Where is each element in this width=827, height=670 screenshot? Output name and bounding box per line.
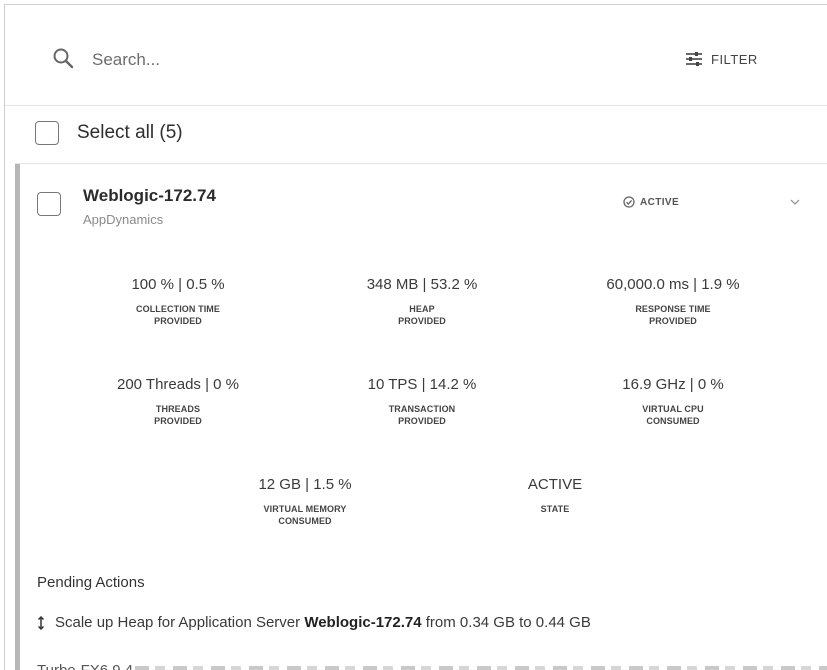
metric-value: 200 Threads | 0 % — [116, 376, 240, 393]
metric-virtual-cpu: 16.9 GHz | 0 % VIRTUAL CPU CONSUMED — [553, 376, 793, 427]
entity-list-panel: FILTER Select all (5) Weblogic-172.74 Ap… — [4, 4, 827, 670]
action-text: Scale up Heap for Application Server Web… — [55, 614, 591, 631]
metric-value: 100 % | 0.5 % — [131, 276, 225, 293]
metric-value: 60,000.0 ms | 1.9 % — [606, 276, 740, 293]
metric-transaction: 10 TPS | 14.2 % TRANSACTION PROVIDED — [302, 376, 542, 427]
status-badge: ACTIVE — [623, 196, 679, 208]
pending-action-item[interactable]: Scale up Heap for Application Server Web… — [37, 614, 591, 631]
metric-collection-time: 100 % | 0.5 % COLLECTION TIME PROVIDED — [58, 276, 298, 327]
metric-virtual-memory: 12 GB | 1.5 % VIRTUAL MEMORY CONSUMED — [185, 476, 425, 527]
next-entity-name: Turbo-FX6.9.4 — [37, 662, 133, 670]
truncated-row-content — [135, 666, 827, 670]
entity-checkbox[interactable] — [37, 192, 61, 216]
metric-label: RESPONSE TIME PROVIDED — [635, 304, 711, 326]
status-text: ACTIVE — [640, 196, 680, 208]
entity-card: Weblogic-172.74 AppDynamics ACTIVE 100 %… — [15, 163, 827, 670]
metric-label: THREADS PROVIDED — [154, 404, 202, 426]
card-accent-bar — [15, 164, 20, 670]
vertical-resize-icon — [37, 615, 45, 630]
metric-state: ACTIVE STATE — [435, 476, 675, 515]
metric-value: 16.9 GHz | 0 % — [622, 376, 724, 393]
search-bar: FILTER — [5, 5, 827, 106]
metric-label: VIRTUAL MEMORY CONSUMED — [263, 504, 347, 526]
filter-label: FILTER — [711, 51, 758, 67]
chevron-down-icon[interactable] — [788, 196, 802, 208]
entity-name: Weblogic-172.74 — [83, 186, 216, 205]
metric-label: TRANSACTION PROVIDED — [388, 404, 456, 426]
pending-actions-title: Pending Actions — [37, 574, 145, 591]
select-all-row[interactable]: Select all (5) — [35, 113, 183, 153]
metric-label: STATE — [540, 504, 570, 514]
filter-sliders-icon — [686, 52, 702, 66]
metric-heap: 348 MB | 53.2 % HEAP PROVIDED — [302, 276, 542, 327]
search-icon — [53, 48, 74, 69]
entity-source: AppDynamics — [83, 212, 164, 227]
metric-value: 348 MB | 53.2 % — [366, 276, 478, 293]
next-entity-row[interactable]: Turbo-FX6.9.4 — [15, 657, 827, 670]
metric-response-time: 60,000.0 ms | 1.9 % RESPONSE TIME PROVIDE… — [553, 276, 793, 327]
metric-label: COLLECTION TIME PROVIDED — [136, 304, 220, 326]
metric-label: VIRTUAL CPU CONSUMED — [642, 404, 704, 426]
metric-value: ACTIVE — [527, 476, 583, 493]
search-input[interactable] — [90, 45, 544, 75]
metric-value: 10 TPS | 14.2 % — [367, 376, 477, 393]
metric-label: HEAP PROVIDED — [398, 304, 446, 326]
action-target: Weblogic-172.74 — [304, 614, 422, 631]
metric-threads: 200 Threads | 0 % THREADS PROVIDED — [58, 376, 298, 427]
select-all-label: Select all (5) — [77, 122, 183, 143]
metric-value: 12 GB | 1.5 % — [258, 476, 352, 493]
filter-button[interactable]: FILTER — [685, 45, 758, 73]
check-circle-icon — [623, 196, 635, 208]
select-all-checkbox[interactable] — [35, 121, 59, 145]
